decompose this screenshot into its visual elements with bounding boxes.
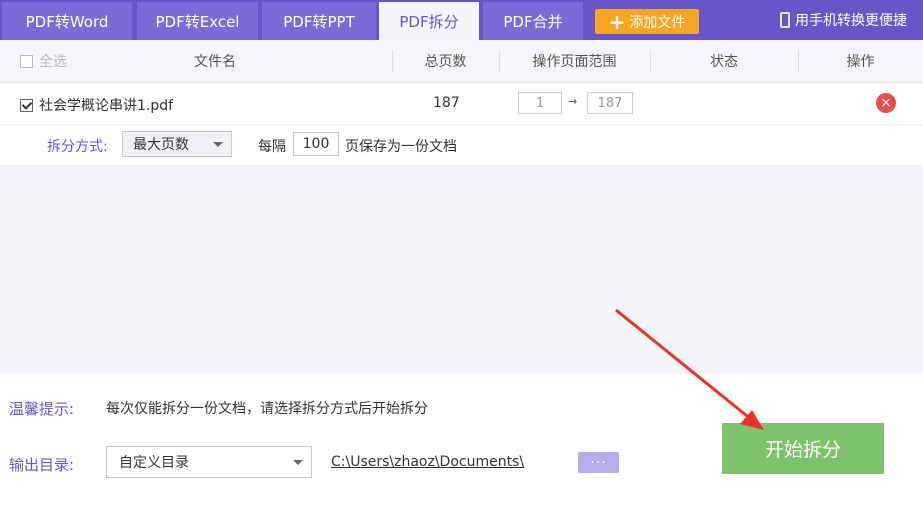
output-dir-label: 输出目录: <box>9 456 75 474</box>
table-header: 全选 文件名 总页数 操作页面范围 状态 操作 <box>0 40 923 83</box>
output-dir-value: 自定义目录 <box>119 455 189 471</box>
mobile-convert-label: 用手机转换更便捷 <box>795 13 907 29</box>
split-method-label: 拆分方式: <box>47 139 108 155</box>
phone-icon <box>780 12 790 28</box>
tip-text: 每次仅能拆分一份文档，请选择拆分方式后开始拆分 <box>106 401 428 417</box>
tab-pdf-merge[interactable]: PDF合并 <box>483 2 583 40</box>
header-status: 状态 <box>710 54 738 70</box>
range-end-input[interactable]: 187 <box>587 92 633 114</box>
file-name-cell: 社会学概论串讲1.pdf <box>20 95 173 115</box>
delete-icon[interactable]: × <box>876 93 896 113</box>
range-start-input[interactable]: 1 <box>518 92 562 114</box>
select-all-label: 全选 <box>39 54 67 70</box>
every-pages-input[interactable]: 100 <box>293 132 339 156</box>
tab-pdf-to-word[interactable]: PDF转Word <box>2 2 132 40</box>
total-pages-value: 187 <box>433 95 460 111</box>
every-suffix: 页保存为一份文档 <box>345 139 457 155</box>
plus-icon: + <box>608 9 626 34</box>
browse-button[interactable]: ··· <box>578 452 619 473</box>
tab-pdf-split[interactable]: PDF拆分 <box>379 2 479 40</box>
tab-pdf-to-ppt[interactable]: PDF转PPT <box>262 2 376 40</box>
select-all[interactable]: 全选 <box>20 40 67 82</box>
row-checkbox[interactable] <box>20 98 33 112</box>
file-list-empty-area <box>0 166 923 373</box>
mobile-convert-link[interactable]: 用手机转换更便捷 <box>780 10 907 30</box>
chevron-down-icon <box>213 142 223 147</box>
split-method-select[interactable]: 最大页数 <box>122 131 232 157</box>
select-all-checkbox[interactable] <box>20 54 33 68</box>
arrow-right-icon: → <box>568 95 578 108</box>
split-options: 拆分方式: 最大页数 每隔 100 页保存为一份文档 <box>0 125 923 166</box>
every-prefix: 每隔 <box>258 139 286 155</box>
table-row: 社会学概论串讲1.pdf 187 1 → 187 <box>0 83 923 125</box>
file-name: 社会学概论串讲1.pdf <box>39 98 174 114</box>
chevron-down-icon <box>293 460 303 465</box>
tab-pdf-to-excel[interactable]: PDF转Excel <box>137 2 258 40</box>
output-path-link[interactable]: C:\Users\zhaoz\Documents\ <box>331 454 524 470</box>
bottom-panel: 温馨提示: 每次仅能拆分一份文档，请选择拆分方式后开始拆分 输出目录: 自定义目… <box>0 374 923 508</box>
add-file-label: 添加文件 <box>629 14 686 31</box>
header-page-range: 操作页面范围 <box>532 54 617 70</box>
split-method-value: 最大页数 <box>133 137 189 153</box>
header-filename: 文件名 <box>194 54 236 70</box>
header-total-pages: 总页数 <box>424 54 467 70</box>
header-action: 操作 <box>846 54 875 70</box>
output-dir-select[interactable]: 自定义目录 <box>106 446 312 478</box>
add-file-button[interactable]: + 添加文件 <box>595 9 699 34</box>
start-split-button[interactable]: 开始拆分 <box>722 423 884 474</box>
tip-label: 温馨提示: <box>9 400 75 418</box>
top-tab-bar: PDF转Word PDF转Excel PDF转PPT PDF拆分 PDF合并 +… <box>0 0 923 40</box>
